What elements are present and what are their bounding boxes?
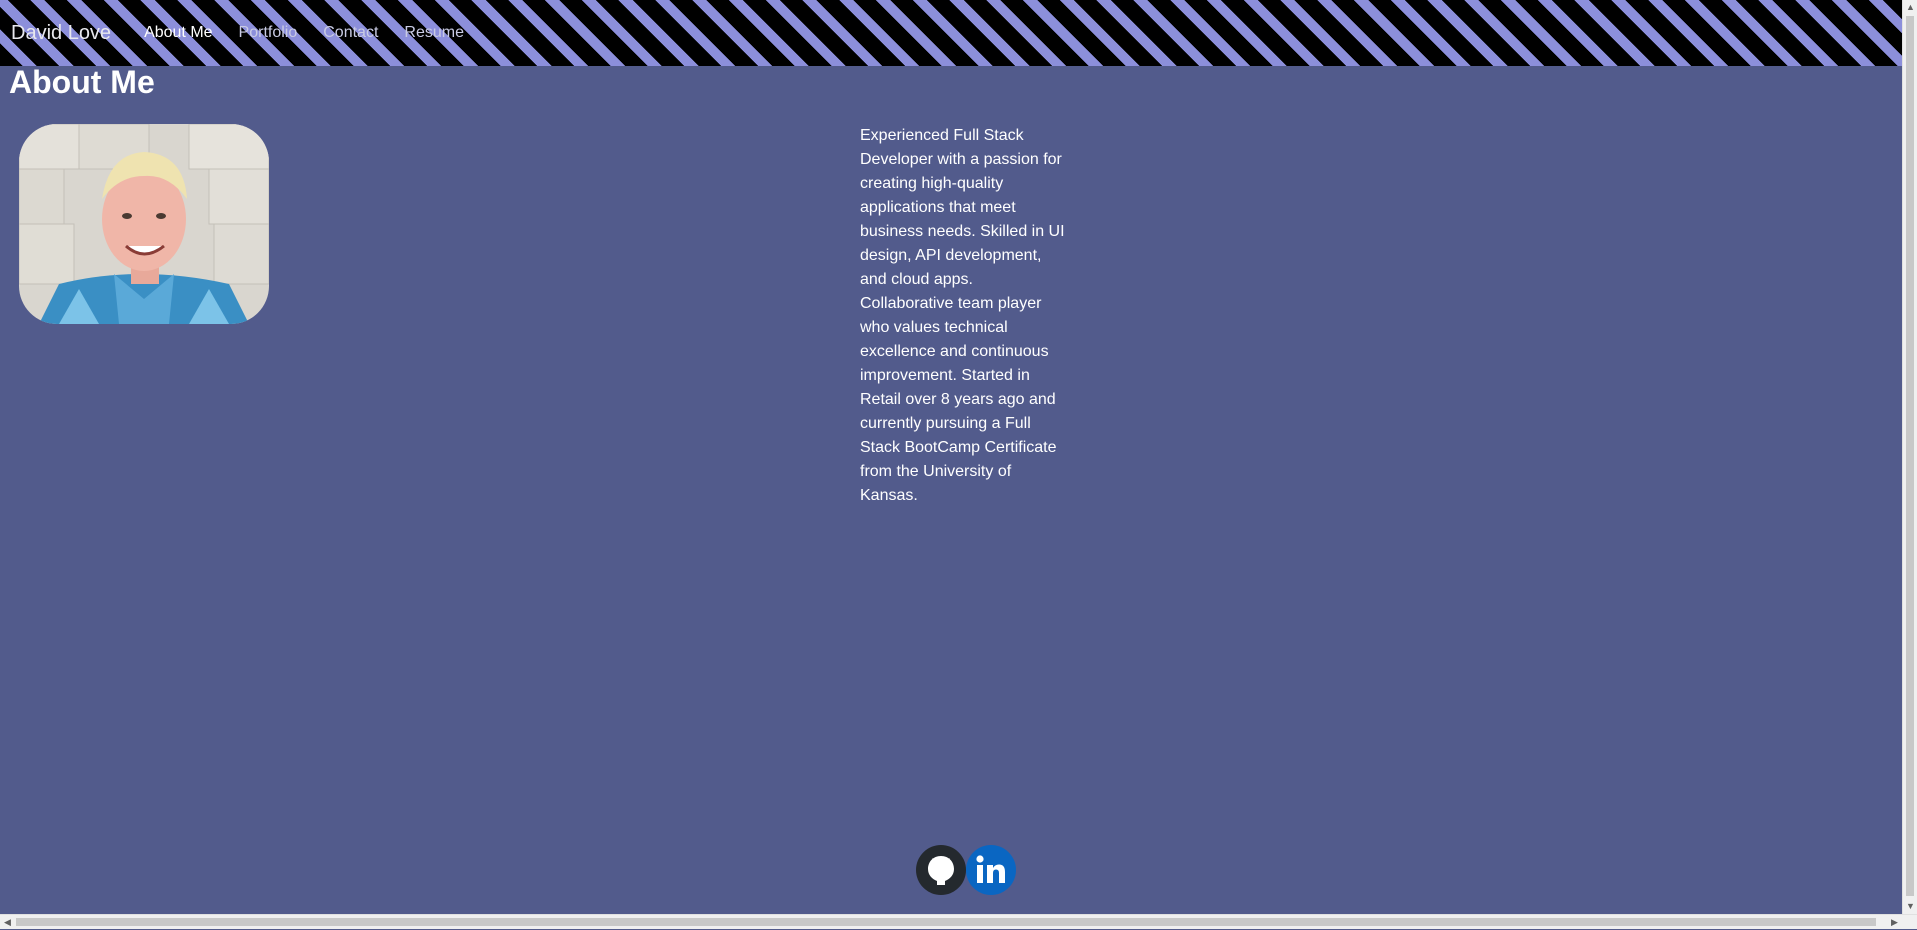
linkedin-link[interactable]: [966, 845, 1016, 895]
horizontal-scrollbar[interactable]: ◀ ▶: [0, 914, 1917, 929]
github-icon: [916, 845, 966, 895]
nav-link-resume[interactable]: Resume: [391, 24, 477, 42]
scroll-right-arrow-icon[interactable]: ▶: [1887, 915, 1902, 930]
horizontal-scroll-thumb[interactable]: [16, 918, 1876, 926]
brand-name[interactable]: David Love: [11, 22, 111, 45]
linkedin-icon: [966, 845, 1016, 895]
scroll-up-arrow-icon[interactable]: ▲: [1903, 0, 1917, 15]
vertical-scrollbar[interactable]: ▲ ▼: [1902, 0, 1917, 914]
scroll-down-arrow-icon[interactable]: ▼: [1903, 899, 1917, 914]
github-link[interactable]: [916, 845, 966, 895]
nav-link-contact[interactable]: Contact: [310, 24, 391, 42]
nav-link-about-me[interactable]: About Me: [131, 24, 225, 42]
profile-photo: [19, 124, 269, 324]
navbar: David Love About Me Portfolio Contact Re…: [0, 0, 1902, 66]
bio-text: Experienced Full Stack Developer with a …: [860, 127, 1065, 504]
scroll-left-arrow-icon[interactable]: ◀: [0, 915, 15, 930]
nav-links: About Me Portfolio Contact Resume: [131, 24, 477, 42]
social-links: [916, 845, 1016, 895]
page-title: About Me: [9, 64, 155, 100]
profile-photo-image: [19, 124, 269, 324]
nav-link-portfolio[interactable]: Portfolio: [226, 24, 311, 42]
vertical-scroll-thumb[interactable]: [1906, 16, 1914, 896]
